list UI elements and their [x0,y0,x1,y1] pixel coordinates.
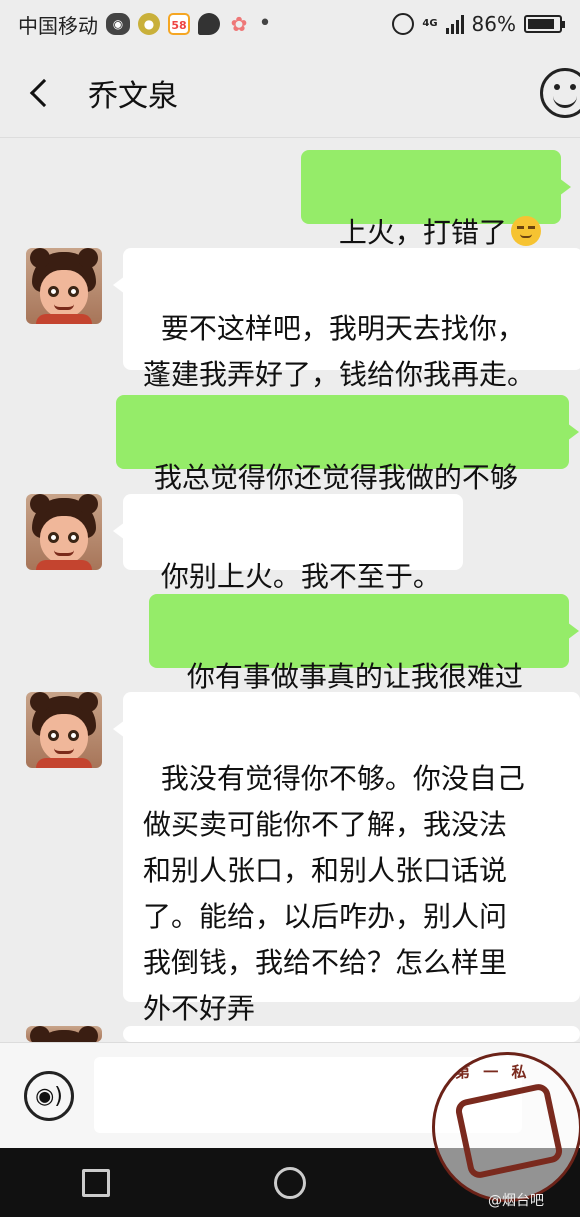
contact-avatar[interactable] [26,494,102,570]
carrier-label: 中国移动 [18,13,98,38]
message-text: 我没有觉得你不够。你没自己 做买卖可能你不了解，我没法 和别人张口，和别人张口话… [143,762,525,1025]
message-text: 上火，打错了 [338,216,507,249]
recent-apps-button[interactable] [82,1168,110,1197]
message-bubble-sent[interactable]: 我总觉得你还觉得我做的不够 [116,395,579,494]
message-bubble-sent[interactable]: 上火，打错了 [301,150,571,249]
signal-icon [445,14,464,34]
status-right: 4G 86% [392,12,565,36]
home-button[interactable] [274,1166,306,1199]
message-bubble-sent[interactable]: 你有事做事真的让我很难过 [149,594,579,693]
alarm-icon [392,13,415,35]
status-left: 中国移动 ◉ ● 58 ✿ • [18,10,272,39]
watermark-caption: @烟台吧 [488,1193,544,1209]
watermark-logo: 第 一 私 [432,1052,580,1202]
dot-icon: • [258,11,272,36]
battery-percent: 86% [471,12,516,36]
contact-avatar[interactable] [26,248,102,324]
message-bubble-received[interactable]: 你别上火。我不至于。 [113,494,463,593]
contact-avatar[interactable] [26,1026,102,1042]
back-button[interactable] [0,48,80,138]
wechat-icon: ◉ [106,13,130,35]
watermark-seal-shape [453,1081,565,1181]
message-bubble-received[interactable]: 要不这样吧，我明天去找你， 蓬建我弄好了，钱给你我再走。 [113,248,580,391]
coin-icon: ● [138,13,160,35]
chat-title: 乔文泉 [88,78,178,114]
message-bubble-received[interactable]: 我没有觉得你不够。你没自己 做买卖可能你不了解，我没法 和别人张口，和别人张口话… [113,692,580,1025]
contact-avatar[interactable] [26,692,102,768]
message-text: 你有事做事真的让我很难过 [186,660,523,693]
message-text: 你别上火。我不至于。 [160,560,441,593]
chat-bubble-icon [198,13,220,35]
title-bar: 乔文泉 [0,48,580,138]
smirk-emoji-icon [510,216,541,246]
voice-icon: ◉) [35,1083,63,1109]
message-text: 要不这样吧，我明天去找你， 蓬建我弄好了，钱给你我再走。 [143,312,536,391]
paw-icon: ✿ [230,12,248,36]
watermark-seal-text: 第 一 私 [455,1063,531,1081]
chevron-left-icon [29,78,59,107]
voice-input-button[interactable]: ◉) [24,1071,74,1121]
58-icon: 58 [168,13,190,35]
network-label: 4G [422,18,438,29]
status-bar: 中国移动 ◉ ● 58 ✿ • 4G 86% [0,0,580,48]
message-text: 我总觉得你还觉得我做的不够 [153,461,518,494]
message-bubble-received[interactable] [113,1026,580,1072]
battery-icon [524,15,565,33]
